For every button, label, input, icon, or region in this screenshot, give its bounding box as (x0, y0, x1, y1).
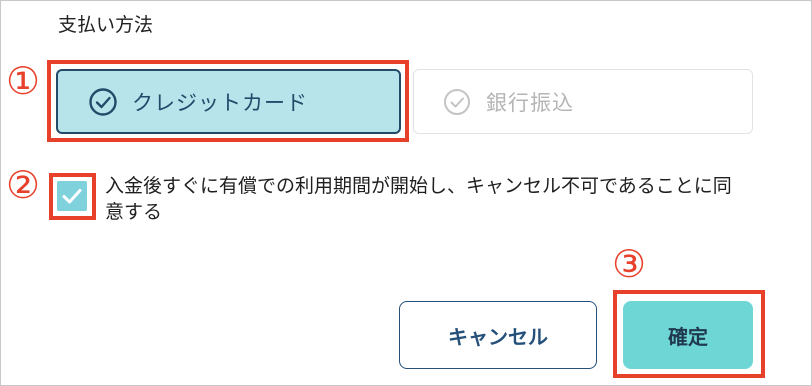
check-circle-icon (442, 87, 472, 117)
payment-option-label: クレジットカード (132, 90, 308, 115)
agreement-checkbox[interactable] (57, 181, 87, 211)
cancel-button[interactable]: キャンセル (399, 301, 597, 369)
section-title: 支払い方法 (58, 14, 154, 36)
confirm-button[interactable]: 確定 (623, 301, 753, 369)
payment-option-credit-card[interactable]: クレジットカード (56, 69, 401, 134)
check-circle-icon (88, 87, 118, 117)
checkmark-icon (62, 189, 82, 204)
agreement-label: 入金後すぐに有償での利用期間が開始し、キャンセル不可であることに同意する (105, 175, 732, 223)
payment-option-bank-transfer[interactable]: 銀行振込 (413, 69, 753, 134)
annotation-marker-2: ② (6, 163, 41, 207)
payment-dialog: 支払い方法 ① クレジットカード 銀行振込 ② 入金後すぐに有償での利用期間が開… (0, 0, 812, 386)
annotation-marker-3: ③ (612, 242, 647, 286)
annotation-marker-1: ① (6, 59, 41, 103)
payment-option-label: 銀行振込 (486, 90, 574, 115)
